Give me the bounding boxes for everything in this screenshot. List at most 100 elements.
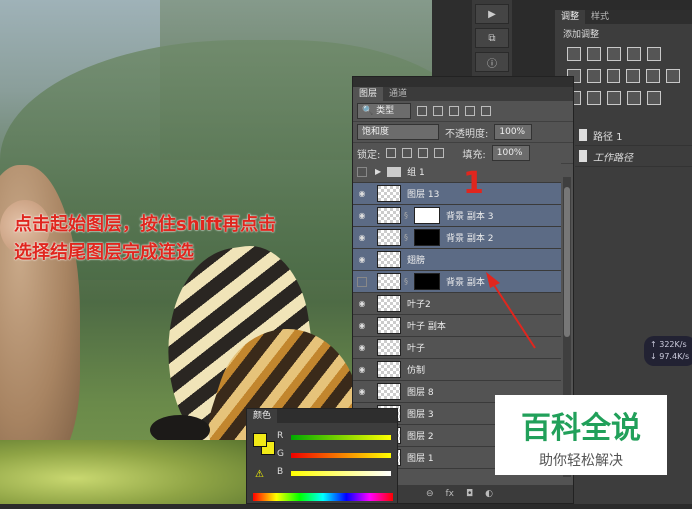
layer-mask-thumbnail[interactable] <box>414 207 440 224</box>
color-balance-icon[interactable] <box>586 69 601 83</box>
link-icon: § <box>404 277 408 286</box>
filter-pixel-icon[interactable] <box>417 106 427 116</box>
clone-source-icon[interactable]: ⧉ <box>475 28 509 48</box>
eye-icon[interactable]: ◉ <box>353 387 371 396</box>
layer-row[interactable]: ▶ 组 1 <box>353 161 561 183</box>
layer-name: 图层 8 <box>407 388 434 398</box>
fill-input[interactable]: 100% <box>491 145 530 161</box>
layer-name: 图层 3 <box>407 410 434 420</box>
layer-row[interactable]: ◉ 翅膀 <box>353 249 561 271</box>
link-layers-icon[interactable]: ⊖ <box>426 489 434 499</box>
layer-name: 叶子2 <box>407 300 431 310</box>
scrollbar-thumb[interactable] <box>564 187 570 337</box>
layer-row[interactable]: ◉ § 背景 副本 3 <box>353 205 561 227</box>
adjustment-layer-icon[interactable]: ◐ <box>485 489 493 499</box>
path-item[interactable]: 路径 1 <box>575 125 692 146</box>
tab-color[interactable]: 颜色 <box>247 409 278 423</box>
channel-mixer-icon[interactable] <box>646 69 661 83</box>
tab-layers[interactable]: 图层 <box>353 87 384 101</box>
layer-row[interactable]: ◉ 图层 13 <box>353 183 561 205</box>
filter-text-icon[interactable] <box>449 106 459 116</box>
selective-color-icon[interactable] <box>647 91 661 105</box>
eye-icon[interactable]: ◉ <box>353 321 371 330</box>
eye-icon[interactable]: ◉ <box>353 211 371 220</box>
filter-shape-icon[interactable] <box>465 106 475 116</box>
watermark-logo: 百科全说 助你轻松解决 <box>495 395 667 475</box>
layer-row[interactable]: § 背景 副本 <box>353 271 561 293</box>
fill-label: 填充: <box>462 149 486 161</box>
foreground-color-swatch[interactable] <box>253 433 267 447</box>
collapsed-panel-strip: ▶ ⧉ ⓘ <box>472 0 512 80</box>
watermark-title: 百科全说 <box>521 411 641 446</box>
threshold-icon[interactable] <box>607 91 621 105</box>
channel-g-label: G <box>277 449 284 459</box>
red-slider[interactable] <box>291 435 391 440</box>
eye-icon[interactable]: ◉ <box>353 299 371 308</box>
layer-row[interactable]: ◉ 仿制 <box>353 359 561 381</box>
fx-icon[interactable]: fx <box>446 489 455 499</box>
blend-mode-select[interactable]: 饱和度 <box>357 124 439 140</box>
layer-mask-thumbnail[interactable] <box>414 273 440 290</box>
path-name: 路径 1 <box>593 131 623 143</box>
exposure-icon[interactable] <box>627 47 641 61</box>
brightness-icon[interactable] <box>567 47 581 61</box>
eye-icon[interactable]: ◉ <box>353 343 371 352</box>
green-slider[interactable] <box>291 453 391 458</box>
lock-label: 锁定: <box>357 149 381 161</box>
add-adjustment-title: 添加调整 <box>563 30 600 40</box>
layer-row[interactable]: ◉ 叶子 <box>353 337 561 359</box>
gradient-map-icon[interactable] <box>627 91 641 105</box>
visibility-toggle[interactable] <box>353 166 371 177</box>
photo-filter-icon[interactable] <box>626 69 641 83</box>
layer-name: 图层 13 <box>407 190 440 200</box>
layer-row[interactable]: ◉ 叶子 副本 <box>353 315 561 337</box>
tab-styles[interactable]: 样式 <box>585 10 615 24</box>
network-speed-widget: ↑ 322K/s ↓ 97.4K/s <box>644 336 692 366</box>
eye-icon[interactable]: ◉ <box>353 233 371 242</box>
info-icon[interactable]: ⓘ <box>475 52 509 72</box>
vibrance-icon[interactable] <box>647 47 661 61</box>
panel-grip[interactable] <box>353 77 573 87</box>
layer-name: 翅膀 <box>407 256 426 266</box>
color-panel-tabs: 颜色 <box>247 409 397 423</box>
adjustment-icons-row-1 <box>555 43 692 65</box>
lock-move-icon[interactable] <box>418 148 429 158</box>
lock-brush-icon[interactable] <box>402 148 413 158</box>
black-white-icon[interactable] <box>606 69 621 83</box>
curves-icon[interactable] <box>607 47 621 61</box>
blue-slider[interactable] <box>291 471 391 476</box>
lock-all-icon[interactable] <box>434 148 445 158</box>
add-mask-icon[interactable]: ◘ <box>466 489 473 499</box>
color-lookup-icon[interactable] <box>666 69 680 83</box>
layer-thumbnail <box>377 273 401 290</box>
instruction-line-2: 选择结尾图层完成连选 <box>14 242 194 263</box>
lock-transparent-icon[interactable] <box>386 148 397 158</box>
eye-icon[interactable]: ◉ <box>353 255 371 264</box>
color-spectrum[interactable] <box>253 493 393 501</box>
blend-row: 饱和度 不透明度: 100% <box>353 122 573 143</box>
tab-channels[interactable]: 通道 <box>383 87 413 101</box>
layer-row[interactable]: ◉ 叶子2 <box>353 293 561 315</box>
filter-adjustment-icon[interactable] <box>433 106 443 116</box>
visibility-toggle[interactable] <box>353 276 371 287</box>
layer-thumbnail <box>377 383 401 400</box>
levels-icon[interactable] <box>587 47 601 61</box>
step-number: 1 <box>463 166 484 201</box>
eye-icon[interactable]: ◉ <box>353 189 371 198</box>
channel-r-label: R <box>277 431 284 441</box>
filter-smart-object-icon[interactable] <box>481 106 491 116</box>
eye-icon[interactable]: ◉ <box>353 365 371 374</box>
layer-thumbnail <box>377 339 401 356</box>
layer-thumbnail <box>377 229 401 246</box>
tab-adjustments[interactable]: 调整 <box>555 10 586 24</box>
posterize-icon[interactable] <box>587 91 601 105</box>
expand-caret-icon[interactable]: ▶ <box>375 167 381 176</box>
opacity-input[interactable]: 100% <box>494 124 533 140</box>
path-item[interactable]: 工作路径 <box>575 146 692 167</box>
link-icon: § <box>404 233 408 242</box>
play-icon[interactable]: ▶ <box>475 4 509 24</box>
filter-type-select[interactable]: 🔍 类型 <box>357 103 411 119</box>
paths-panel: 路径 1 工作路径 <box>575 125 692 175</box>
layer-row[interactable]: ◉ § 背景 副本 2 <box>353 227 561 249</box>
layer-mask-thumbnail[interactable] <box>414 229 440 246</box>
